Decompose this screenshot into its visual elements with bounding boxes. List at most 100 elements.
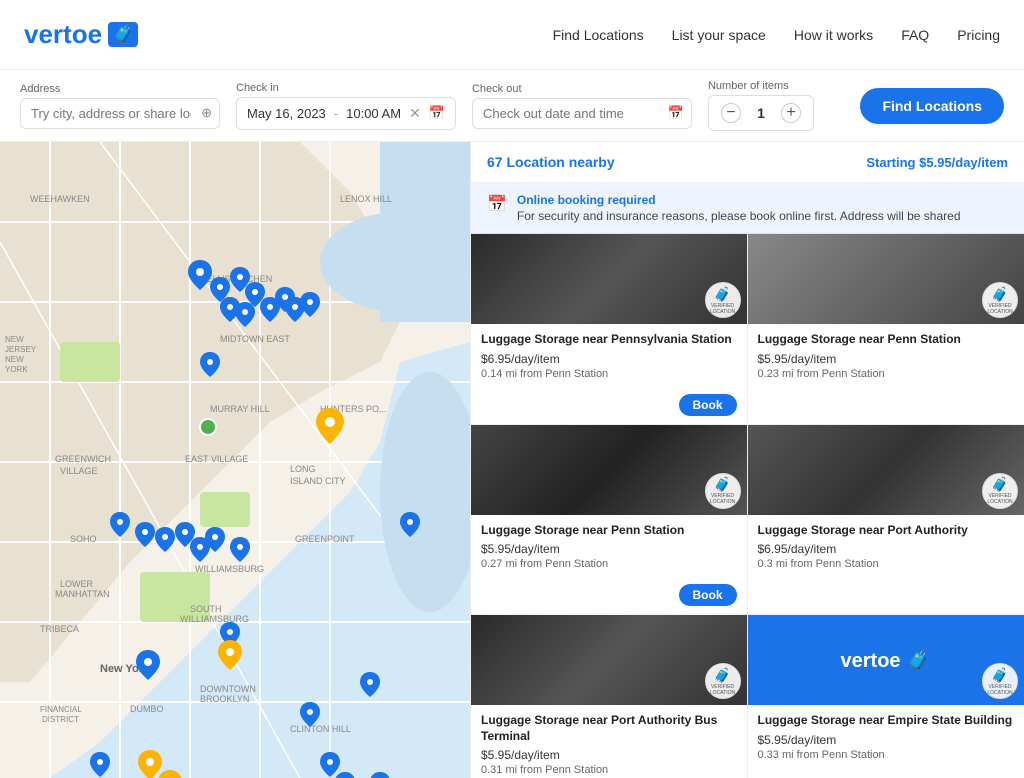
svg-text:NEW: NEW [5, 335, 24, 344]
verified-text: VERIFIED LOCATION [983, 684, 1017, 696]
address-label: Address [20, 83, 220, 95]
svg-text:EAST VILLAGE: EAST VILLAGE [185, 454, 248, 464]
card-title: Luggage Storage near Port Authority Bus … [481, 713, 737, 744]
svg-text:MANHATTAN: MANHATTAN [55, 589, 110, 599]
checkin-label: Check in [236, 82, 456, 94]
svg-text:CLINTON HILL: CLINTON HILL [290, 724, 351, 734]
card-distance: 0.3 mi from Penn Station [758, 558, 1015, 570]
header: vertoe 🧳 Find Locations List your space … [0, 0, 1024, 70]
items-label: Number of items [708, 80, 814, 92]
results-header: 67 Location nearby Starting $5.95/day/it… [471, 142, 1024, 183]
svg-text:NEW: NEW [5, 355, 24, 364]
map-container[interactable]: WEEHAWKEN NEW JERSEY NEW YORK LENOX HILL… [0, 142, 470, 778]
card-title: Luggage Storage near Pennsylvania Statio… [481, 332, 737, 348]
bag-icon: 🧳 [991, 476, 1008, 493]
search-bar: Address ⊕ Check in May 16, 2023 - 10:00 … [0, 70, 1024, 142]
map-svg: WEEHAWKEN NEW JERSEY NEW YORK LENOX HILL… [0, 142, 470, 778]
notice-banner: 📅 Online booking required For security a… [471, 183, 1024, 234]
checkin-input[interactable]: May 16, 2023 - 10:00 AM ✕ 📅 [236, 97, 456, 130]
items-counter: − 1 + [708, 95, 814, 131]
svg-text:JERSEY: JERSEY [5, 345, 37, 354]
location-icon: ⊕ [201, 105, 212, 121]
items-field-group: Number of items − 1 + [708, 80, 814, 131]
location-card: 🧳 VERIFIED LOCATION Luggage Storage near… [471, 425, 748, 616]
svg-text:YORK: YORK [5, 365, 28, 374]
card-distance: 0.31 mi from Penn Station [481, 764, 737, 776]
card-info: Luggage Storage near Port Authority $6.9… [748, 515, 1024, 607]
address-input[interactable] [20, 98, 220, 129]
svg-text:SOUTH: SOUTH [190, 604, 222, 614]
svg-text:ISLAND CITY: ISLAND CITY [290, 476, 346, 486]
results-price: Starting $5.95/day/item [866, 155, 1008, 170]
bag-icon: 🧳 [714, 667, 731, 684]
card-info: Luggage Storage near Port Authority Bus … [471, 705, 747, 778]
svg-text:MURRAY HILL: MURRAY HILL [210, 404, 270, 414]
logo-text: vertoe [24, 19, 102, 50]
checkin-clear-icon[interactable]: ✕ [409, 105, 421, 122]
card-title: Luggage Storage near Port Authority [758, 523, 1015, 539]
location-card: vertoe 🧳 🧳 VERIFIED LOCATION Luggage Sto… [748, 615, 1024, 778]
svg-text:LONG: LONG [290, 464, 316, 474]
svg-text:SOHO: SOHO [70, 534, 97, 544]
items-increment-button[interactable]: + [781, 103, 801, 123]
nav-pricing[interactable]: Pricing [957, 27, 1000, 43]
notice-body: For security and insurance reasons, plea… [517, 209, 961, 223]
svg-text:DOWNTOWN: DOWNTOWN [200, 684, 256, 694]
logo[interactable]: vertoe 🧳 [24, 19, 138, 50]
verified-text: VERIFIED LOCATION [706, 684, 740, 696]
card-info: Luggage Storage near Penn Station $5.95/… [471, 515, 747, 585]
nav-how-it-works[interactable]: How it works [794, 27, 873, 43]
book-button[interactable]: Book [679, 394, 737, 416]
verified-text: VERIFIED LOCATION [983, 493, 1017, 505]
current-location-pin [200, 419, 216, 435]
card-info: Luggage Storage near Pennsylvania Statio… [471, 324, 747, 394]
card-footer [748, 416, 1024, 424]
items-decrement-button[interactable]: − [721, 103, 741, 123]
card-footer: Book [471, 584, 747, 614]
card-footer [748, 606, 1024, 614]
svg-text:DISTRICT: DISTRICT [42, 715, 79, 724]
card-title: Luggage Storage near Empire State Buildi… [758, 713, 1015, 729]
checkout-calendar-icon: 📅 [668, 105, 684, 121]
svg-text:TRIBECA: TRIBECA [40, 624, 79, 634]
cards-grid: 🧳 VERIFIED LOCATION Luggage Storage near… [471, 234, 1024, 778]
card-distance: 0.33 mi from Penn Station [758, 749, 1015, 761]
verified-badge: 🧳 VERIFIED LOCATION [982, 473, 1018, 509]
count-label: Location nearby [503, 154, 615, 170]
card-price: $5.95/day/item [758, 352, 1015, 366]
verified-badge: 🧳 VERIFIED LOCATION [705, 663, 741, 699]
svg-text:WEEHAWKEN: WEEHAWKEN [30, 194, 90, 204]
bag-icon: 🧳 [714, 476, 731, 493]
card-footer: Book [471, 394, 747, 424]
items-count: 1 [751, 105, 771, 121]
checkout-input[interactable] [472, 98, 692, 129]
bag-icon: 🧳 [714, 286, 731, 303]
card-distance: 0.27 mi from Penn Station [481, 558, 737, 570]
card-image: vertoe 🧳 🧳 VERIFIED LOCATION [748, 615, 1024, 705]
checkout-label: Check out [472, 83, 692, 95]
svg-text:LOWER: LOWER [60, 579, 94, 589]
results-panel: 67 Location nearby Starting $5.95/day/it… [470, 142, 1024, 778]
verified-badge: 🧳 VERIFIED LOCATION [982, 282, 1018, 318]
book-button[interactable]: Book [679, 584, 737, 606]
checkin-date: May 16, 2023 [247, 106, 326, 121]
logo-icon: 🧳 [108, 22, 138, 47]
price-value: $5.95/day/item [919, 155, 1008, 170]
card-price: $6.95/day/item [481, 352, 737, 366]
location-card: 🧳 VERIFIED LOCATION Luggage Storage near… [471, 234, 748, 425]
card-price: $5.95/day/item [758, 733, 1015, 747]
find-locations-button[interactable]: Find Locations [860, 88, 1004, 124]
svg-text:DUMBO: DUMBO [130, 704, 164, 714]
nav-faq[interactable]: FAQ [901, 27, 929, 43]
results-count: 67 Location nearby [487, 154, 615, 170]
card-info: Luggage Storage near Empire State Buildi… [748, 705, 1024, 778]
svg-text:VILLAGE: VILLAGE [60, 466, 98, 476]
nav-list-space[interactable]: List your space [672, 27, 766, 43]
card-image: 🧳 VERIFIED LOCATION [471, 615, 747, 705]
price-prefix: Starting [866, 155, 919, 170]
checkin-time: 10:00 AM [346, 106, 401, 121]
svg-text:WILLIAMSBURG: WILLIAMSBURG [180, 614, 249, 624]
nav-find-locations[interactable]: Find Locations [553, 27, 644, 43]
checkin-separator: - [334, 106, 338, 121]
svg-text:WILLIAMSBURG: WILLIAMSBURG [195, 564, 264, 574]
